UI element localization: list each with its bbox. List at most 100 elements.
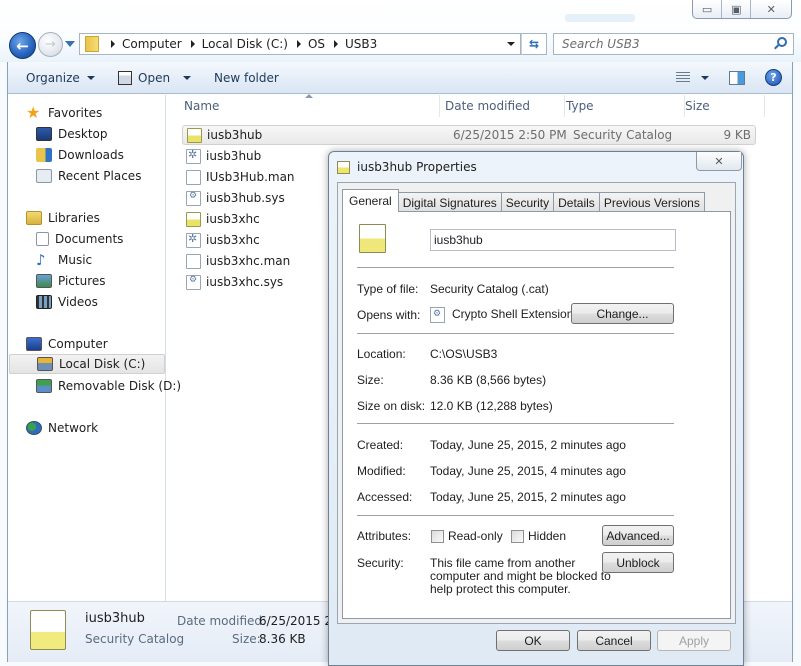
tab-details[interactable]: Details [553,192,600,212]
sidebar-group-computer[interactable]: Computer [26,334,108,354]
sidebar-item-label: Desktop [58,127,108,141]
created-label: Created: [357,438,404,452]
column-header-type[interactable]: Type [565,95,685,117]
system-file-icon [186,190,201,206]
sidebar-item-label: Pictures [58,274,106,288]
column-header-label: Type [566,99,594,113]
preview-pane-icon[interactable] [729,71,745,85]
column-header-date[interactable]: Date modified [445,95,565,117]
search-icon[interactable] [777,37,787,47]
tab-security[interactable]: Security [500,192,555,212]
sidebar-group-network[interactable]: Network [26,418,98,438]
type-label: Type of file: [357,282,419,296]
address-bar[interactable]: Computer Local Disk (C:) OS USB3 [79,33,521,55]
forward-button[interactable]: → [38,32,63,57]
breadcrumb-os[interactable]: OS [308,37,325,51]
help-icon[interactable]: ? [765,69,782,86]
advanced-button[interactable]: Advanced... [602,525,674,546]
setup-info-icon [186,232,201,248]
tab-general[interactable]: General [342,189,399,212]
chevron-down-icon[interactable] [183,75,192,80]
size-on-disk-label: Size on disk: [357,399,426,413]
tab-label: Digital Signatures [402,195,497,210]
dialog-close-button[interactable]: ✕ [696,152,742,171]
sidebar-group-favorites[interactable]: ★ Favorites [26,103,102,123]
created-value: Today, June 25, 2015, 2 minutes ago [430,438,626,452]
sidebar-item-local-disk[interactable]: Local Disk (C:) [9,354,165,374]
blank-file-icon [186,169,201,185]
sidebar-item-label: Documents [55,232,124,246]
minimize-button[interactable]: ▭ [693,0,723,18]
breadcrumb-usb3[interactable]: USB3 [345,37,377,51]
security-message-line: help protect this computer. [430,582,571,596]
chevron-down-icon [86,75,95,80]
file-row[interactable]: iusb3hub 6/25/2015 2:50 PM Security Cata… [182,125,756,145]
breadcrumb-computer[interactable]: Computer [122,37,182,51]
command-bar: Organize Open New folder ? [8,62,792,94]
back-button[interactable]: ← [9,32,36,59]
ok-button[interactable]: OK [496,630,570,651]
sidebar-item-downloads[interactable]: Downloads [36,145,124,165]
organize-button[interactable]: Organize [26,71,95,85]
refresh-button[interactable]: ⇆ [521,33,547,55]
unblock-button[interactable]: Unblock [602,552,674,573]
documents-icon [36,232,49,246]
maximize-button[interactable]: ▣ [722,0,752,18]
change-button[interactable]: Change... [571,303,674,324]
new-folder-label: New folder [214,70,279,85]
breadcrumb-arrow-icon[interactable] [111,40,115,48]
sidebar-group-libraries[interactable]: Libraries [26,208,100,228]
address-history-dropdown[interactable] [507,42,515,46]
close-icon: ✕ [714,155,724,168]
breadcrumb-arrow-icon[interactable] [190,40,195,48]
read-only-label[interactable]: Read-only [448,529,503,543]
tab-digital-signatures[interactable]: Digital Signatures [397,192,502,212]
close-button[interactable]: ✕ [751,0,791,18]
details-size-label: Size: [232,632,261,646]
button-label: Apply [678,633,710,648]
new-folder-button[interactable]: New folder [214,71,279,85]
sidebar-group-label: Libraries [48,211,100,225]
breadcrumb-arrow-icon[interactable] [334,40,339,48]
navigation-pane: ★ Favorites Desktop Downloads Recent Pla… [8,95,181,601]
dialog-body: General Digital Signatures Security Deta… [337,182,736,624]
cancel-button[interactable]: Cancel [577,630,651,651]
details-size-value: 8.36 KB [259,632,306,646]
close-icon: ✕ [766,2,776,16]
open-button[interactable]: Open [118,70,192,85]
apply-button[interactable]: Apply [657,630,731,651]
search-input[interactable]: Search USB3 [553,33,794,55]
sidebar-item-pictures[interactable]: Pictures [36,271,106,291]
hidden-checkbox[interactable] [511,530,524,543]
file-name: iusb3hub [207,128,263,142]
recent-pages-dropdown[interactable] [65,41,75,47]
sidebar-item-recent-places[interactable]: Recent Places [36,166,141,186]
sidebar-item-label: Videos [58,295,98,309]
tab-previous-versions[interactable]: Previous Versions [598,192,705,212]
forward-arrow-icon: → [45,37,56,52]
accessed-label: Accessed: [357,490,413,504]
divider [357,515,674,516]
tab-strip: General Digital Signatures Security Deta… [342,189,705,212]
sidebar-item-desktop[interactable]: Desktop [36,124,108,144]
read-only-checkbox[interactable] [431,530,444,543]
sidebar-item-music[interactable]: ♪ Music [36,250,92,270]
views-icon[interactable] [676,72,690,83]
sidebar-item-documents[interactable]: Documents [36,229,123,249]
views-dropdown-icon[interactable] [701,76,709,80]
crypto-shell-icon [430,307,445,323]
sidebar-item-videos[interactable]: Videos [36,292,98,312]
libraries-icon [26,211,42,225]
dialog-title: iusb3hub Properties [357,160,477,174]
breadcrumb-local-disk[interactable]: Local Disk (C:) [202,37,288,51]
breadcrumb-arrow-icon[interactable] [296,40,301,48]
security-label: Security: [357,556,404,570]
opens-with-label: Opens with: [357,308,421,322]
column-header-name[interactable]: Name [184,95,440,117]
sort-ascending-icon [305,94,313,98]
column-header-size[interactable]: Size [685,95,765,117]
file-name-input[interactable]: iusb3hub [430,229,676,251]
hidden-label[interactable]: Hidden [528,529,566,543]
sidebar-item-removable-disk[interactable]: Removable Disk (D:) [36,376,181,396]
back-arrow-icon: ← [16,36,29,55]
